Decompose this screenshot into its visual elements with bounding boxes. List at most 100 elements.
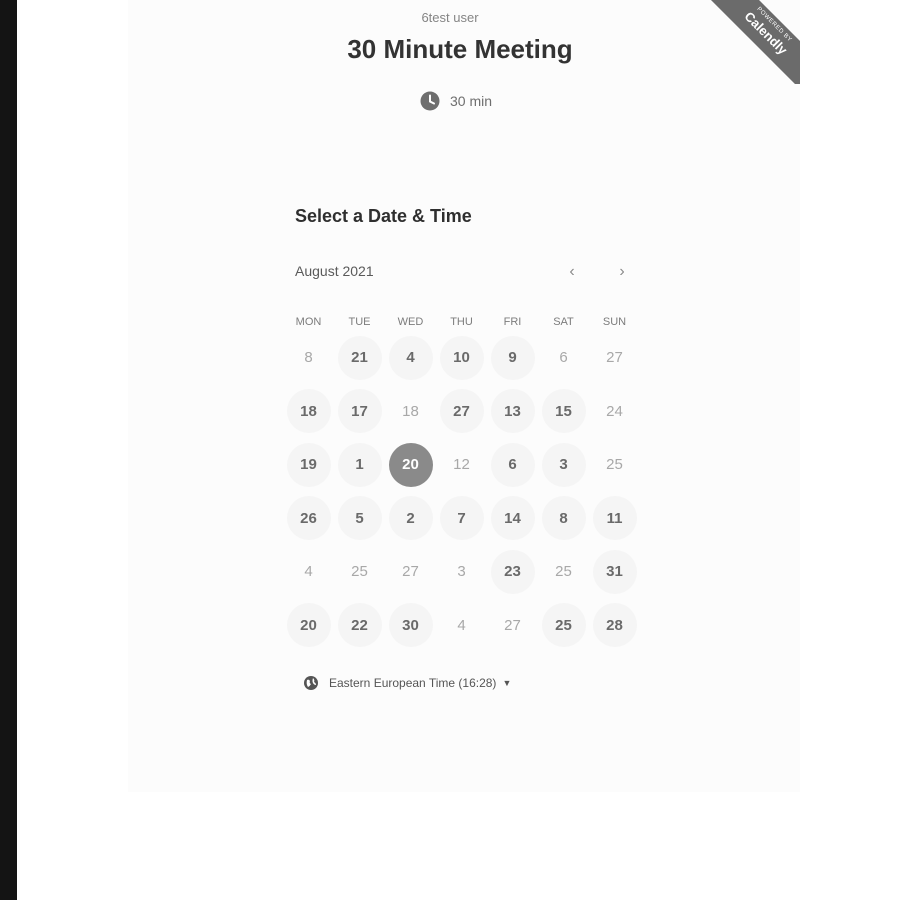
day-button-available[interactable]: 1 bbox=[337, 442, 382, 487]
globe-icon bbox=[303, 675, 319, 691]
calendar-cell: 28 bbox=[589, 599, 640, 653]
day-unavailable: 18 bbox=[402, 402, 419, 420]
day-button-available[interactable]: 22 bbox=[337, 603, 382, 648]
month-label: August 2021 bbox=[295, 263, 374, 279]
calendar-cell: 27 bbox=[487, 599, 538, 653]
calendar-cell: 5 bbox=[334, 492, 385, 546]
day-unavailable: 4 bbox=[457, 616, 466, 634]
day-button-available[interactable]: 3 bbox=[541, 442, 586, 487]
day-button-available[interactable]: 19 bbox=[286, 442, 331, 487]
calendar-cell: 25 bbox=[334, 545, 385, 599]
calendar-cell: 20 bbox=[283, 599, 334, 653]
chevron-left-icon: ‹ bbox=[569, 263, 575, 280]
day-button-available[interactable]: 21 bbox=[337, 335, 382, 380]
calendar-cell: 4 bbox=[436, 599, 487, 653]
day-button-available[interactable]: 8 bbox=[541, 496, 586, 541]
select-date-heading: Select a Date & Time bbox=[295, 206, 472, 226]
calendar-week-row: 18 17 18 27 13 15 24 bbox=[283, 385, 640, 439]
day-button-available[interactable]: 26 bbox=[286, 496, 331, 541]
weekday-label-wed: WED bbox=[397, 316, 424, 328]
previous-month-button[interactable]: ‹ bbox=[563, 262, 581, 282]
day-button-available[interactable]: 7 bbox=[439, 496, 484, 541]
weekday-label-tue: TUE bbox=[348, 316, 371, 328]
calendar-grid: MON TUE WED THU FRI SAT SUN 8 21 4 10 9 6 27 18 17 18 27… bbox=[283, 313, 640, 652]
day-unavailable: 6 bbox=[559, 349, 568, 367]
day-unavailable: 27 bbox=[606, 349, 623, 367]
calendar-week-row: 19 1 20 12 6 3 25 bbox=[283, 438, 640, 492]
day-button-available[interactable]: 5 bbox=[337, 496, 382, 541]
timezone-selector[interactable]: Eastern European Time (16:28) ▼ bbox=[303, 675, 511, 691]
day-button-available[interactable]: 15 bbox=[541, 389, 586, 434]
event-duration: 30 min bbox=[420, 91, 492, 111]
day-button-available[interactable]: 14 bbox=[490, 496, 535, 541]
day-button-available[interactable]: 11 bbox=[592, 496, 637, 541]
calendar-cell: 12 bbox=[436, 438, 487, 492]
day-unavailable: 4 bbox=[304, 563, 313, 581]
calendar-cell: 27 bbox=[589, 331, 640, 385]
calendar-cell: 15 bbox=[538, 385, 589, 439]
calendar-cell: 23 bbox=[487, 545, 538, 599]
calendar-cell: 6 bbox=[538, 331, 589, 385]
calendar-cell: 21 bbox=[334, 331, 385, 385]
day-button-available[interactable]: 2 bbox=[388, 496, 433, 541]
day-unavailable: 27 bbox=[402, 563, 419, 581]
day-button-available[interactable]: 4 bbox=[388, 335, 433, 380]
calendar-cell: 30 bbox=[385, 599, 436, 653]
day-unavailable: 12 bbox=[453, 456, 470, 474]
calendar-cell: 17 bbox=[334, 385, 385, 439]
next-month-button[interactable]: › bbox=[613, 262, 631, 282]
calendar-cell: 31 bbox=[589, 545, 640, 599]
weekday-label-thu: THU bbox=[450, 316, 473, 328]
day-unavailable: 25 bbox=[555, 563, 572, 581]
calendar-week-row: 4 25 27 3 23 25 31 bbox=[283, 545, 640, 599]
day-button-available[interactable]: 28 bbox=[592, 603, 637, 648]
day-button-selected[interactable]: 20 bbox=[388, 442, 433, 487]
calendar-cell: 27 bbox=[385, 545, 436, 599]
day-button-available[interactable]: 23 bbox=[490, 549, 535, 594]
calendar-cell: 7 bbox=[436, 492, 487, 546]
day-button-available[interactable]: 30 bbox=[388, 603, 433, 648]
day-button-available[interactable]: 13 bbox=[490, 389, 535, 434]
day-button-available[interactable]: 20 bbox=[286, 603, 331, 648]
calendar-cell: 9 bbox=[487, 331, 538, 385]
calendar-cell: 11 bbox=[589, 492, 640, 546]
calendar-cell: 3 bbox=[436, 545, 487, 599]
clock-icon bbox=[420, 91, 440, 111]
calendar-cell: 10 bbox=[436, 331, 487, 385]
calendar-cell: 25 bbox=[589, 438, 640, 492]
day-button-available[interactable]: 31 bbox=[592, 549, 637, 594]
chevron-right-icon: › bbox=[619, 263, 625, 280]
calendar-cell: 22 bbox=[334, 599, 385, 653]
calendar-cell: 26 bbox=[283, 492, 334, 546]
calendar-cell: 8 bbox=[283, 331, 334, 385]
calendar-cell: 13 bbox=[487, 385, 538, 439]
calendar-cell: 25 bbox=[538, 545, 589, 599]
calendar-cell: 25 bbox=[538, 599, 589, 653]
calendar-cell: 4 bbox=[385, 331, 436, 385]
day-button-available[interactable]: 17 bbox=[337, 389, 382, 434]
duration-label: 30 min bbox=[450, 93, 493, 109]
weekday-header-row: MON TUE WED THU FRI SAT SUN bbox=[283, 313, 640, 331]
day-button-available[interactable]: 6 bbox=[490, 442, 535, 487]
day-unavailable: 25 bbox=[606, 456, 623, 474]
day-unavailable: 25 bbox=[351, 563, 368, 581]
calendar-cell: 4 bbox=[283, 545, 334, 599]
day-button-available[interactable]: 18 bbox=[286, 389, 331, 434]
calendar-cell: 3 bbox=[538, 438, 589, 492]
calendar-cell: 2 bbox=[385, 492, 436, 546]
day-button-available[interactable]: 10 bbox=[439, 335, 484, 380]
calendar-cell: 19 bbox=[283, 438, 334, 492]
day-unavailable: 8 bbox=[304, 349, 313, 367]
calendar-cell: 24 bbox=[589, 385, 640, 439]
weekday-label-sun: SUN bbox=[602, 316, 627, 328]
day-button-available[interactable]: 27 bbox=[439, 389, 484, 434]
calendar-cell: 6 bbox=[487, 438, 538, 492]
calendar-cell: 20 bbox=[385, 438, 436, 492]
event-title: 30 Minute Meeting bbox=[347, 34, 573, 64]
day-unavailable: 3 bbox=[457, 563, 466, 581]
calendar-cell: 18 bbox=[283, 385, 334, 439]
day-button-available[interactable]: 25 bbox=[541, 603, 586, 648]
day-button-available[interactable]: 9 bbox=[490, 335, 535, 380]
host-name: 6test user bbox=[421, 10, 479, 25]
calendar-cell: 1 bbox=[334, 438, 385, 492]
